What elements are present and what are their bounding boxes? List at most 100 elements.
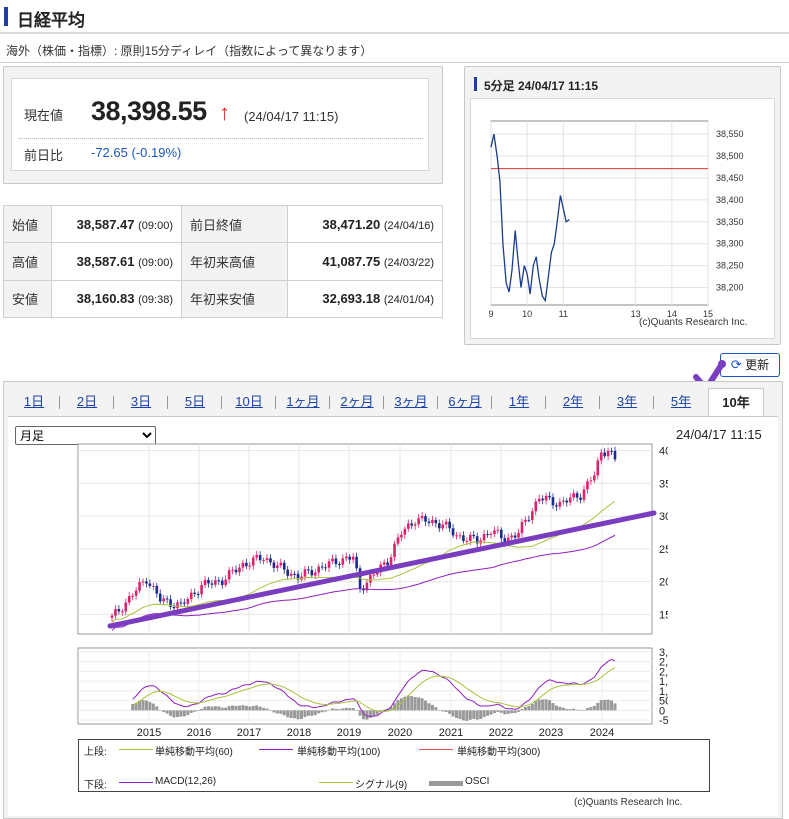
- prev-close-time: (24/04/16): [383, 219, 434, 232]
- ytd-low-label: 年初来安値: [181, 279, 288, 319]
- price-tick-label: 25,000: [659, 544, 668, 556]
- candle: [531, 511, 534, 520]
- candle: [400, 534, 403, 538]
- candle: [548, 495, 551, 498]
- tab-2日[interactable]: 2日: [60, 388, 114, 416]
- tab-3ヶ月[interactable]: 3ヶ月: [384, 388, 438, 416]
- tab-5年[interactable]: 5年: [654, 388, 708, 416]
- year-tick-label: 2020: [388, 727, 412, 739]
- osci-bar: [461, 710, 465, 721]
- legend-lower-label: 下段:: [84, 780, 107, 791]
- osci-bar: [520, 709, 524, 711]
- long-term-chart: 40,00035,00030,00025,00020,00015,0003,00…: [77, 443, 668, 739]
- tab-10日[interactable]: 10日: [222, 388, 276, 416]
- candle: [241, 562, 245, 568]
- candle: [234, 569, 238, 573]
- intraday-title: 5分足 24/04/17 11:15: [484, 79, 599, 93]
- candle: [606, 450, 610, 457]
- candle: [493, 530, 496, 534]
- tab-6ヶ月[interactable]: 6ヶ月: [438, 388, 492, 416]
- candle: [200, 585, 203, 595]
- x-tick-label: 11: [559, 309, 568, 319]
- candle: [214, 580, 217, 585]
- high-value: 38,587.61: [76, 253, 135, 269]
- tab-1日[interactable]: 1日: [8, 388, 60, 416]
- current-value: 38,398.55: [91, 96, 207, 126]
- osci-bar: [299, 710, 303, 720]
- tab-2ヶ月[interactable]: 2ヶ月: [330, 388, 384, 416]
- candle: [121, 611, 124, 613]
- intraday-chart: 38,550 38,500 38,450 38,400 38,350 38,300 38,2…: [488, 120, 747, 328]
- osci-bar: [530, 703, 534, 711]
- candle: [131, 595, 134, 597]
- candle: [462, 535, 465, 542]
- osci-bar: [458, 710, 462, 719]
- candle: [389, 557, 393, 566]
- year-tick-label: 2019: [337, 727, 361, 739]
- osci-bar: [268, 710, 272, 711]
- osci-bar: [272, 710, 276, 713]
- osci-bar: [186, 710, 190, 716]
- osci-bar: [548, 700, 552, 711]
- osci-bar: [175, 710, 179, 718]
- low-cell: 38,160.83 (09:38): [51, 279, 182, 319]
- candle: [331, 558, 334, 562]
- candle: [469, 534, 472, 541]
- osci-bar: [355, 710, 359, 711]
- tab-2年[interactable]: 2年: [546, 388, 600, 416]
- candle: [420, 516, 424, 519]
- osci-bar: [475, 710, 479, 720]
- tab-3日[interactable]: 3日: [114, 388, 168, 416]
- candle: [610, 450, 613, 452]
- tab-5日[interactable]: 5日: [168, 388, 222, 416]
- osci-bar: [341, 708, 345, 711]
- osci-bar: [196, 710, 200, 712]
- candle: [307, 569, 310, 571]
- candle: [145, 581, 148, 584]
- stats-table: 始値 38,587.47 (09:00) 前日終値 38,471.20 (24/…: [3, 204, 443, 319]
- candle: [186, 598, 190, 604]
- candle: [537, 498, 541, 502]
- osci-bar: [141, 700, 145, 711]
- year-tick-label: 2015: [137, 727, 161, 739]
- osci-bar: [561, 707, 565, 711]
- candle: [482, 534, 486, 541]
- osci-bar: [455, 710, 459, 719]
- osci-bar: [451, 710, 455, 717]
- candle: [599, 452, 603, 461]
- osci-bar: [296, 710, 300, 720]
- candle: [348, 556, 352, 560]
- osci-bar: [424, 700, 428, 711]
- year-tick-label: 2023: [539, 727, 563, 739]
- tab-3年[interactable]: 3年: [600, 388, 654, 416]
- osci-bar: [406, 695, 410, 711]
- candle: [313, 572, 317, 576]
- osci-bar: [313, 710, 317, 716]
- candle: [589, 480, 593, 482]
- tab-1年[interactable]: 1年: [492, 388, 546, 416]
- osci-bar: [172, 710, 176, 718]
- candle: [551, 497, 555, 506]
- candle: [431, 519, 434, 524]
- candle: [500, 529, 503, 539]
- tab-10年[interactable]: 10年: [708, 388, 764, 417]
- osci-bar: [613, 703, 617, 711]
- year-tick-label: 2016: [187, 727, 211, 739]
- price-tick-label: 40,000: [659, 446, 668, 458]
- tab-1ヶ月[interactable]: 1ヶ月: [276, 388, 330, 416]
- candle: [403, 528, 407, 535]
- osci-bar: [579, 710, 583, 711]
- intraday-chart-box: 38,550 38,500 38,450 38,400 38,350 38,300 38,2…: [470, 98, 775, 339]
- candle: [279, 562, 283, 566]
- y-tick-label: 38,250: [716, 261, 744, 271]
- x-tick-label: 9: [488, 309, 493, 319]
- legend-bar-osci: [429, 781, 463, 786]
- osci-bar: [410, 696, 414, 711]
- candle: [562, 500, 565, 502]
- osci-bar: [169, 710, 173, 716]
- ytd-low-cell: 32,693.18 (24/01/04): [287, 279, 443, 319]
- candle: [272, 562, 276, 568]
- osci-bar: [227, 706, 231, 711]
- year-tick-label: 2024: [590, 727, 614, 739]
- table-row: 安値 38,160.83 (09:38) 年初来安値 32,693.18 (24…: [3, 279, 443, 319]
